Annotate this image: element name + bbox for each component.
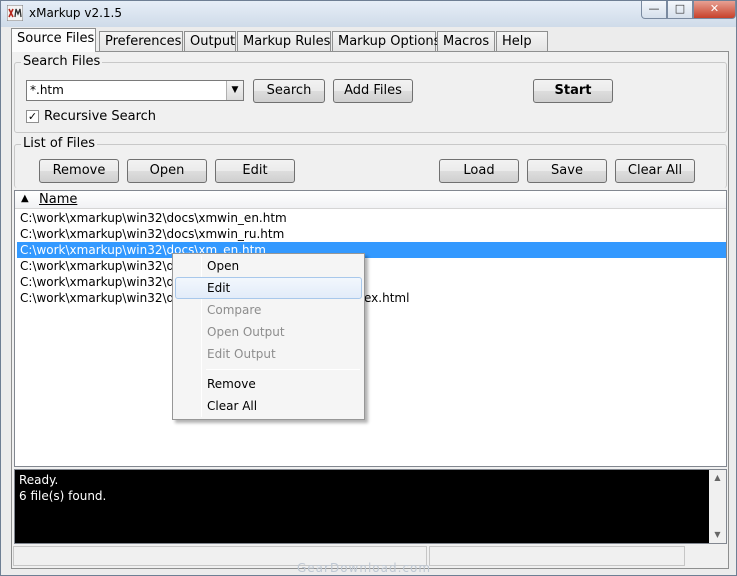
search-files-group-label: Search Files (21, 54, 103, 69)
log-line-ready: Ready. (19, 473, 59, 487)
recursive-search-checkbox[interactable]: ✓ (26, 110, 39, 123)
app-logo-icon (7, 5, 23, 21)
log-line-files-found: 6 file(s) found. (19, 489, 107, 503)
tab-output[interactable]: Output (184, 31, 236, 52)
sort-ascending-icon[interactable]: ▲ (21, 193, 29, 204)
menu-item-clear-all[interactable]: Clear All (175, 395, 362, 417)
list-item-text: C:\work\xmarkup\win32\do (20, 291, 182, 305)
start-button[interactable]: Start (533, 79, 613, 103)
menu-item-open[interactable]: Open (175, 255, 362, 277)
list-of-files-group-label: List of Files (21, 136, 98, 151)
open-button[interactable]: Open (127, 159, 207, 183)
app-window: xMarkup v2.1.5 — □ ✕ Source Files Prefer… (0, 0, 737, 576)
menu-item-remove[interactable]: Remove (175, 373, 362, 395)
log-scrollbar[interactable]: ▲ ▼ (709, 470, 726, 543)
log-output[interactable]: Ready. 6 file(s) found. ▲ ▼ (14, 469, 727, 544)
checkmark-icon: ✓ (27, 110, 38, 123)
menu-item-edit-output: Edit Output (207, 347, 276, 361)
tab-markup-options[interactable]: Markup Options (332, 31, 440, 52)
tab-help[interactable]: Help (496, 31, 548, 52)
maximize-button[interactable]: □ (667, 1, 693, 19)
scroll-up-icon[interactable]: ▲ (709, 470, 726, 486)
scroll-down-icon[interactable]: ▼ (709, 527, 726, 543)
file-mask-combo[interactable]: *.htm ▼ (26, 80, 244, 101)
list-item[interactable]: C:\work\xmarkup\win32\do ex.html (17, 290, 726, 306)
file-mask-value: *.htm (30, 83, 64, 97)
menu-item-open-output: Open Output (207, 325, 285, 339)
watermark: GearDownload.com (297, 561, 432, 575)
remove-button[interactable]: Remove (39, 159, 119, 183)
save-button[interactable]: Save (527, 159, 607, 183)
list-item-suffix: ex.html (364, 291, 410, 305)
tab-source-files[interactable]: Source Files (11, 28, 96, 52)
column-header-name[interactable]: Name (39, 192, 77, 207)
tab-preferences[interactable]: Preferences (99, 31, 183, 52)
add-files-button[interactable]: Add Files (333, 79, 413, 103)
close-button[interactable]: ✕ (693, 1, 736, 19)
recursive-search-label: Recursive Search (44, 109, 157, 124)
file-context-menu: Open Edit Compare Open Output Edit Outpu… (172, 253, 365, 420)
list-header: ▲ Name (15, 191, 726, 209)
list-item-selected[interactable]: C:\work\xmarkup\win32\docs\xm_en.htm (17, 242, 726, 258)
tab-macros[interactable]: Macros (437, 31, 495, 52)
minimize-button[interactable]: — (641, 1, 667, 19)
list-rows: C:\work\xmarkup\win32\docs\xmwin_en.htm … (17, 210, 726, 306)
file-list[interactable]: ▲ Name C:\work\xmarkup\win32\docs\xmwin_… (14, 190, 727, 467)
list-item[interactable]: C:\work\xmarkup\win32\docs\xmwin_en.htm (17, 210, 726, 226)
load-button[interactable]: Load (439, 159, 519, 183)
menu-separator (206, 369, 360, 370)
title-bar[interactable]: xMarkup v2.1.5 — □ ✕ (1, 1, 736, 27)
search-button[interactable]: Search (253, 79, 325, 103)
window-title: xMarkup v2.1.5 (29, 6, 122, 20)
list-item[interactable]: C:\work\xmarkup\win32\docs\xmwin_ru.htm (17, 226, 726, 242)
status-pane-progress (429, 546, 685, 566)
list-item[interactable]: C:\work\xmarkup\win32\doc (17, 274, 726, 290)
tab-markup-rules[interactable]: Markup Rules (237, 31, 331, 52)
chevron-down-icon[interactable]: ▼ (226, 81, 243, 100)
menu-item-compare: Compare (207, 303, 262, 317)
menu-item-edit[interactable]: Edit (175, 277, 362, 299)
clear-all-button[interactable]: Clear All (615, 159, 695, 183)
list-item[interactable]: C:\work\xmarkup\win32\doc (17, 258, 726, 274)
edit-button[interactable]: Edit (215, 159, 295, 183)
